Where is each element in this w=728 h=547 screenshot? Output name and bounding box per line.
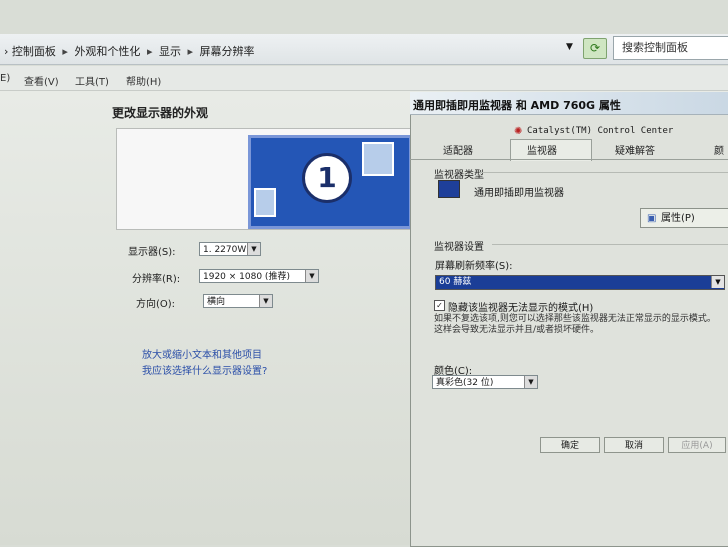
- orientation-select-value: 横向: [207, 297, 226, 307]
- breadcrumb-item[interactable]: 屏幕分辨率: [200, 45, 255, 58]
- apply-button[interactable]: 应用(A): [668, 437, 726, 453]
- resolution-select-value: 1920 × 1080 (推荐): [203, 272, 290, 282]
- chevron-down-icon: ▼: [305, 270, 318, 282]
- display-settings-help-link[interactable]: 我应该选择什么显示器设置?: [142, 362, 267, 377]
- tab-color[interactable]: 颜: [714, 142, 724, 157]
- group-divider: [480, 172, 728, 173]
- menu-tools[interactable]: 工具(T): [75, 73, 109, 88]
- cancel-button[interactable]: 取消: [604, 437, 664, 453]
- tab-catalyst[interactable]: Catalyst(TM) Control Center: [527, 126, 673, 136]
- colors-select[interactable]: 真彩色(32 位) ▼: [432, 375, 538, 389]
- text-size-link[interactable]: 放大或缩小文本和其他项目: [142, 346, 262, 361]
- display-label: 显示器(S):: [128, 247, 176, 258]
- resolution-select[interactable]: 1920 × 1080 (推荐) ▼: [199, 269, 319, 283]
- refresh-rate-select[interactable]: 60 赫兹 ▼: [435, 275, 725, 290]
- tab-adapter[interactable]: 适配器: [443, 142, 473, 157]
- display-select-value: 1. 2270W: [203, 245, 247, 255]
- search-input[interactable]: 搜索控制面板: [613, 36, 728, 60]
- breadcrumb-item[interactable]: 控制面板: [12, 45, 56, 58]
- tab-troubleshoot[interactable]: 疑难解答: [615, 142, 655, 157]
- window-glyph-icon: [254, 188, 276, 217]
- monitor-type-value: 通用即插即用监视器: [474, 188, 564, 199]
- monitor-type-group-label: 监视器类型: [434, 170, 484, 181]
- menu-view[interactable]: 查看(V): [24, 73, 59, 88]
- chevron-right-icon: ▸: [146, 45, 153, 58]
- monitor-number: 1: [302, 153, 352, 203]
- dialog-title: 通用即插即用监视器 和 AMD 760G 属性: [413, 99, 621, 112]
- orientation-label: 方向(O):: [136, 299, 176, 310]
- chevron-down-icon: ▼: [247, 243, 260, 255]
- properties-button-label: 属性(P): [661, 213, 695, 224]
- breadcrumb-item[interactable]: 显示: [159, 45, 181, 58]
- properties-button[interactable]: ▣ 属性(P): [640, 208, 728, 228]
- catalyst-icon: ✺: [514, 126, 523, 137]
- chevron-down-icon: ▼: [524, 376, 537, 388]
- tab-divider: [410, 159, 728, 160]
- hide-modes-description: 如果不复选该项,则您可以选择那些该监视器无法正常显示的显示模式。这样会导致无法显…: [434, 314, 716, 335]
- menu-help[interactable]: 帮助(H): [126, 73, 161, 88]
- hide-modes-checkbox[interactable]: ✓: [434, 300, 445, 311]
- menu-bar: [0, 66, 728, 91]
- group-divider: [492, 244, 728, 245]
- refresh-rate-value: 60 赫兹: [439, 277, 472, 287]
- colors-value: 真彩色(32 位): [436, 378, 494, 388]
- page-title: 更改显示器的外观: [112, 106, 209, 120]
- breadcrumb-item[interactable]: 外观和个性化: [74, 45, 140, 58]
- chevron-right-icon: ›: [4, 45, 9, 58]
- shield-icon: ▣: [647, 213, 657, 224]
- menu-edit[interactable]: E): [0, 73, 10, 84]
- ok-button[interactable]: 确定: [540, 437, 600, 453]
- display-select[interactable]: 1. 2270W ▼: [199, 242, 261, 256]
- breadcrumb: › 控制面板 ▸ 外观和个性化 ▸ 显示 ▸ 屏幕分辨率: [4, 43, 255, 59]
- monitor-icon: [438, 180, 460, 198]
- refresh-button[interactable]: ⟳: [583, 38, 607, 59]
- monitor-settings-group-label: 监视器设置: [434, 242, 484, 253]
- tab-monitor[interactable]: 监视器: [527, 142, 557, 157]
- resolution-label: 分辨率(R):: [132, 274, 181, 285]
- chevron-right-icon: ▸: [187, 45, 193, 58]
- refresh-rate-label: 屏幕刷新频率(S):: [435, 261, 513, 272]
- refresh-icon: ⟳: [589, 41, 601, 55]
- chevron-down-icon: ▼: [259, 295, 272, 307]
- orientation-select[interactable]: 横向 ▼: [203, 294, 273, 308]
- hide-modes-label: 隐藏该监视器无法显示的模式(H): [448, 303, 594, 314]
- chevron-down-icon[interactable]: ▼: [566, 42, 578, 54]
- chevron-down-icon: ▼: [711, 276, 724, 288]
- window-glyph-icon: [362, 142, 394, 176]
- chevron-right-icon: ▸: [62, 45, 68, 58]
